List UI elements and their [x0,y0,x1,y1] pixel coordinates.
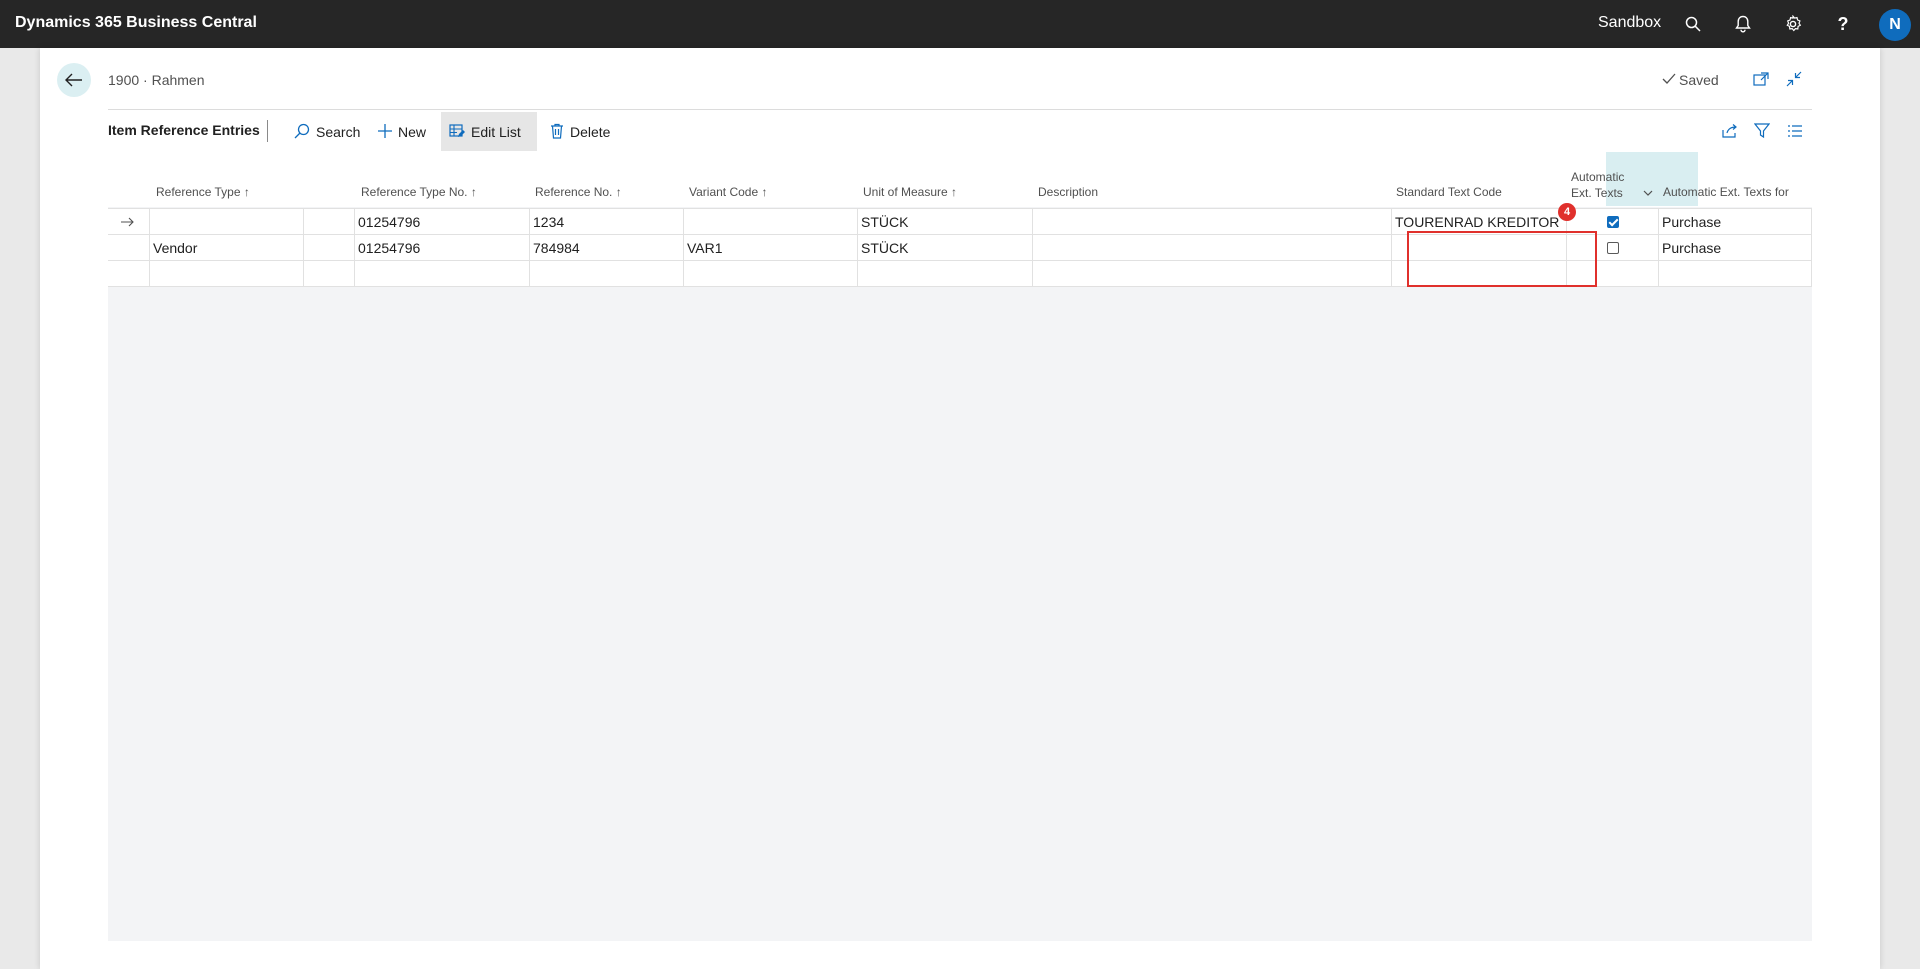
col-header-unit-of-measure[interactable]: Unit of Measure ↑ [863,185,957,199]
open-new-window-icon[interactable] [1750,68,1772,90]
cell-reference-type-no[interactable]: 01254796 [355,235,530,261]
check-icon [1662,72,1676,88]
back-button[interactable] [57,63,91,97]
cell-automatic-ext-texts-for[interactable]: Purchase [1659,209,1812,235]
top-bar: Dynamics 365 Business Central Sandbox ? … [0,0,1920,48]
col-header-automatic-ext-texts-for[interactable]: Automatic Ext. Texts for [1663,185,1789,199]
cell-reference-type[interactable]: Vendor [150,235,304,261]
cell-description[interactable] [1033,235,1392,261]
gear-icon[interactable] [1781,12,1805,36]
environment-name[interactable]: Sandbox [1598,0,1661,46]
cell-reference-no[interactable]: 784984 [530,235,684,261]
list-view-icon[interactable] [1784,120,1806,142]
search-icon [294,123,310,142]
col-header-reference-no[interactable]: Reference No. ↑ [535,185,622,199]
col-header-reference-type[interactable]: Reference Type ↑ [156,185,250,199]
trash-icon [550,123,564,142]
avatar[interactable]: N [1879,9,1911,41]
row-indicator[interactable] [108,235,150,261]
collapse-icon[interactable] [1783,68,1805,90]
arrow-right-icon [121,209,135,234]
col-header-description[interactable]: Description [1038,185,1098,199]
cell-unit-of-measure[interactable]: STÜCK [858,209,1033,235]
new-label: New [398,124,427,140]
cell-unit-of-measure[interactable]: STÜCK [858,235,1033,261]
cell-reference-type-no[interactable]: 01254796 [355,209,530,235]
chevron-down-icon[interactable] [1643,185,1653,196]
page-panel: 1900 · Rahmen Saved Item Reference Entri… [40,48,1880,969]
col-header-standard-text-code[interactable]: Standard Text Code [1396,185,1502,199]
edit-list-icon [449,123,465,141]
annotation-highlight-box [1407,231,1597,287]
search-label: Search [316,124,361,140]
list-title: Item Reference Entries [108,122,260,138]
automatic-ext-texts-checkbox[interactable] [1607,242,1619,254]
delete-button[interactable]: Delete [542,112,618,152]
col-header-automatic-ext-texts[interactable]: Automatic Ext. Texts [1571,169,1624,201]
share-icon[interactable] [1719,120,1741,142]
cell-reference-no[interactable]: 1234 [530,209,684,235]
automatic-ext-texts-checkbox[interactable] [1607,216,1619,228]
bell-icon[interactable] [1731,12,1755,36]
new-button[interactable]: New [370,112,434,152]
col-header-reference-type-no[interactable]: Reference Type No. ↑ [361,185,477,199]
cell-variant-code[interactable] [684,209,858,235]
saved-label: Saved [1679,72,1719,88]
cell-variant-code[interactable]: VAR1 [684,235,858,261]
search-icon[interactable] [1681,12,1705,36]
help-icon[interactable]: ? [1831,12,1855,36]
filter-icon[interactable] [1751,120,1773,142]
search-button[interactable]: Search [286,112,368,152]
header-divider [108,109,1812,110]
edit-list-button[interactable]: Edit List [441,112,537,152]
annotation-step-badge: 4 [1558,203,1576,221]
edit-list-label: Edit List [471,124,521,140]
delete-label: Delete [570,124,611,140]
cell-description[interactable] [1033,209,1392,235]
breadcrumb: 1900 · Rahmen [108,72,205,88]
cell-automatic-ext-texts-for[interactable]: Purchase [1659,235,1812,261]
action-separator [267,120,268,142]
row-indicator[interactable] [108,209,150,235]
saved-status: Saved [1662,72,1719,88]
plus-icon [378,123,392,141]
col-header-variant-code[interactable]: Variant Code ↑ [689,185,768,199]
app-title[interactable]: Dynamics 365 Business Central [15,0,257,46]
